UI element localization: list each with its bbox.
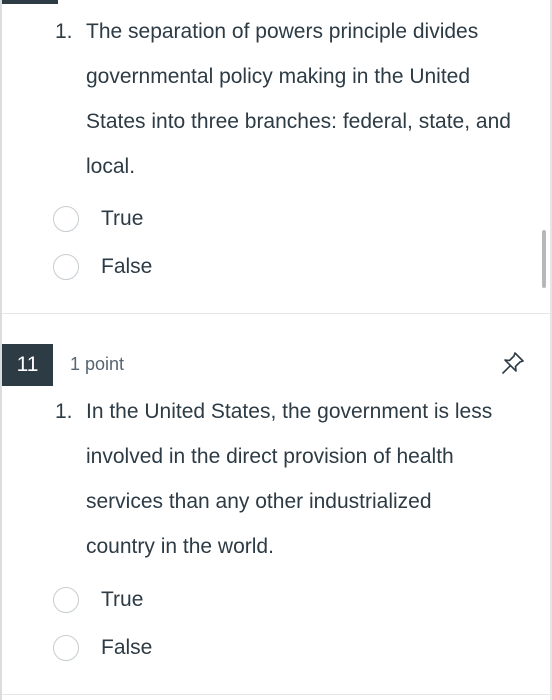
question-prompt: 1. In the United States, the government … bbox=[55, 389, 535, 569]
question-line: involved in the direct provision of heal… bbox=[86, 445, 454, 468]
question-line: services than any other industrialized bbox=[86, 490, 432, 513]
previous-question-tab bbox=[2, 0, 58, 4]
option-label: False bbox=[101, 255, 153, 278]
scrollbar-thumb[interactable] bbox=[542, 230, 546, 288]
question-divider bbox=[2, 313, 550, 314]
question-line: States into three branches: federal, sta… bbox=[86, 110, 511, 133]
question-line: local. bbox=[86, 155, 136, 178]
question-divider bbox=[2, 694, 550, 695]
question-line: country in the world. bbox=[86, 535, 274, 558]
quiz-page: 1. The separation of powers principle di… bbox=[0, 0, 552, 700]
radio-button[interactable] bbox=[53, 254, 79, 280]
option-label: True bbox=[101, 207, 144, 230]
answer-option-false[interactable]: False bbox=[53, 252, 152, 282]
item-number: 1. bbox=[55, 400, 73, 423]
radio-button[interactable] bbox=[53, 635, 79, 661]
question-number-badge: 11 bbox=[2, 344, 53, 386]
radio-button[interactable] bbox=[53, 206, 79, 232]
radio-button[interactable] bbox=[53, 587, 79, 613]
question-line: governmental policy making in the United bbox=[86, 65, 471, 88]
item-number: 1. bbox=[55, 20, 73, 43]
points-label: 1 point bbox=[70, 354, 125, 374]
option-label: True bbox=[101, 588, 144, 611]
pin-icon[interactable] bbox=[500, 350, 526, 376]
answer-option-true[interactable]: True bbox=[53, 585, 143, 615]
option-label: False bbox=[101, 636, 153, 659]
question-text: The separation of powers principle divid… bbox=[86, 9, 535, 189]
question-text: In the United States, the government is … bbox=[86, 389, 535, 569]
question-line: In the United States, the government is … bbox=[86, 400, 493, 423]
answer-option-false[interactable]: False bbox=[53, 633, 152, 663]
question-line: The separation of powers principle divid… bbox=[86, 20, 479, 43]
question-prompt: 1. The separation of powers principle di… bbox=[55, 9, 535, 189]
answer-option-true[interactable]: True bbox=[53, 204, 143, 234]
